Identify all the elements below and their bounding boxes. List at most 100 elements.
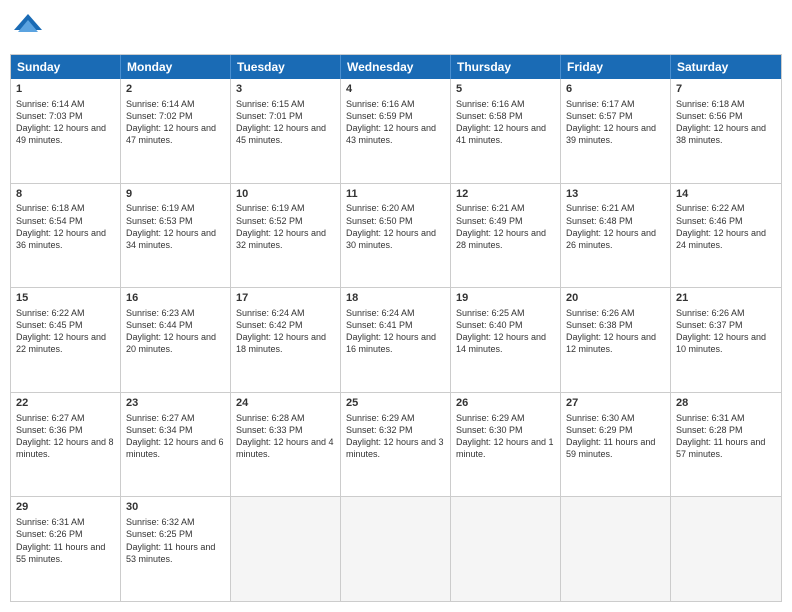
calendar-row: 29Sunrise: 6:31 AMSunset: 6:26 PMDayligh… (11, 497, 781, 601)
sunset: Sunset: 6:53 PM (126, 216, 193, 226)
calendar-cell: 6Sunrise: 6:17 AMSunset: 6:57 PMDaylight… (561, 79, 671, 183)
header-day-tuesday: Tuesday (231, 55, 341, 79)
calendar-cell: 28Sunrise: 6:31 AMSunset: 6:28 PMDayligh… (671, 393, 781, 497)
calendar-row: 15Sunrise: 6:22 AMSunset: 6:45 PMDayligh… (11, 288, 781, 393)
sunrise: Sunrise: 6:19 AM (126, 203, 195, 213)
sunset: Sunset: 6:32 PM (346, 425, 413, 435)
day-number: 20 (566, 291, 665, 306)
day-number: 29 (16, 500, 115, 515)
sunset: Sunset: 6:25 PM (126, 529, 193, 539)
daylight: Daylight: 12 hours and 12 minutes. (566, 332, 656, 354)
daylight: Daylight: 12 hours and 49 minutes. (16, 123, 106, 145)
calendar-cell: 23Sunrise: 6:27 AMSunset: 6:34 PMDayligh… (121, 393, 231, 497)
page: SundayMondayTuesdayWednesdayThursdayFrid… (0, 0, 792, 612)
daylight: Daylight: 12 hours and 6 minutes. (126, 437, 224, 459)
calendar-cell (671, 497, 781, 601)
sunrise: Sunrise: 6:29 AM (346, 413, 415, 423)
day-number: 3 (236, 82, 335, 97)
sunset: Sunset: 6:59 PM (346, 111, 413, 121)
calendar-cell: 22Sunrise: 6:27 AMSunset: 6:36 PMDayligh… (11, 393, 121, 497)
calendar-body: 1 Sunrise: 6:14 AM Sunset: 7:03 PM Daylight… (11, 79, 781, 601)
day-number: 28 (676, 396, 776, 411)
sunrise: Sunrise: 6:28 AM (236, 413, 305, 423)
calendar-cell: 26Sunrise: 6:29 AMSunset: 6:30 PMDayligh… (451, 393, 561, 497)
sunset: Sunset: 6:34 PM (126, 425, 193, 435)
daylight: Daylight: 11 hours and 55 minutes. (16, 542, 105, 564)
daylight: Daylight: 12 hours and 22 minutes. (16, 332, 106, 354)
sunrise: Sunrise: 6:19 AM (236, 203, 305, 213)
day-number: 18 (346, 291, 445, 306)
day-number: 12 (456, 187, 555, 202)
sunset: Sunset: 7:03 PM (16, 111, 83, 121)
day-number: 13 (566, 187, 665, 202)
day-number: 27 (566, 396, 665, 411)
sunrise: Sunrise: 6:32 AM (126, 517, 195, 527)
calendar-cell (561, 497, 671, 601)
sunset: Sunset: 6:33 PM (236, 425, 303, 435)
calendar-cell: 9Sunrise: 6:19 AMSunset: 6:53 PMDaylight… (121, 184, 231, 288)
calendar-row: 1 Sunrise: 6:14 AM Sunset: 7:03 PM Daylight… (11, 79, 781, 184)
sunrise: Sunrise: 6:16 AM (346, 99, 415, 109)
sunrise: Sunrise: 6:22 AM (676, 203, 745, 213)
day-number: 23 (126, 396, 225, 411)
calendar-cell: 24Sunrise: 6:28 AMSunset: 6:33 PMDayligh… (231, 393, 341, 497)
day-number: 6 (566, 82, 665, 97)
calendar-cell: 10Sunrise: 6:19 AMSunset: 6:52 PMDayligh… (231, 184, 341, 288)
sunrise: Sunrise: 6:18 AM (16, 203, 85, 213)
sunset: Sunset: 6:49 PM (456, 216, 523, 226)
daylight: Daylight: 12 hours and 47 minutes. (126, 123, 216, 145)
calendar-cell: 27Sunrise: 6:30 AMSunset: 6:29 PMDayligh… (561, 393, 671, 497)
sunrise: Sunrise: 6:29 AM (456, 413, 525, 423)
sunrise: Sunrise: 6:27 AM (16, 413, 85, 423)
day-number: 1 (16, 82, 115, 97)
day-number: 15 (16, 291, 115, 306)
sunset: Sunset: 6:46 PM (676, 216, 743, 226)
daylight: Daylight: 12 hours and 36 minutes. (16, 228, 106, 250)
sunrise: Sunrise: 6:17 AM (566, 99, 635, 109)
header (10, 10, 782, 46)
calendar: SundayMondayTuesdayWednesdayThursdayFrid… (10, 54, 782, 602)
daylight: Daylight: 11 hours and 53 minutes. (126, 542, 215, 564)
day-number: 24 (236, 396, 335, 411)
logo-icon (10, 10, 46, 46)
daylight: Daylight: 12 hours and 39 minutes. (566, 123, 656, 145)
calendar-cell: 14Sunrise: 6:22 AMSunset: 6:46 PMDayligh… (671, 184, 781, 288)
daylight: Daylight: 12 hours and 45 minutes. (236, 123, 326, 145)
calendar-cell: 11Sunrise: 6:20 AMSunset: 6:50 PMDayligh… (341, 184, 451, 288)
sunrise: Sunrise: 6:18 AM (676, 99, 745, 109)
daylight: Daylight: 12 hours and 14 minutes. (456, 332, 546, 354)
calendar-cell: 2Sunrise: 6:14 AMSunset: 7:02 PMDaylight… (121, 79, 231, 183)
daylight: Daylight: 11 hours and 57 minutes. (676, 437, 765, 459)
calendar-cell (231, 497, 341, 601)
daylight: Daylight: 12 hours and 8 minutes. (16, 437, 114, 459)
calendar-cell: 4Sunrise: 6:16 AMSunset: 6:59 PMDaylight… (341, 79, 451, 183)
header-day-monday: Monday (121, 55, 231, 79)
calendar-cell: 25Sunrise: 6:29 AMSunset: 6:32 PMDayligh… (341, 393, 451, 497)
day-number: 21 (676, 291, 776, 306)
sunrise: Sunrise: 6:14 AM (16, 99, 85, 109)
sunrise: Sunrise: 6:24 AM (236, 308, 305, 318)
daylight: Daylight: 12 hours and 24 minutes. (676, 228, 766, 250)
sunset: Sunset: 6:42 PM (236, 320, 303, 330)
daylight: Daylight: 12 hours and 30 minutes. (346, 228, 436, 250)
day-number: 26 (456, 396, 555, 411)
sunrise: Sunrise: 6:21 AM (566, 203, 635, 213)
sunrise: Sunrise: 6:16 AM (456, 99, 525, 109)
sunrise: Sunrise: 6:31 AM (676, 413, 745, 423)
calendar-cell (341, 497, 451, 601)
daylight: Daylight: 12 hours and 1 minute. (456, 437, 554, 459)
header-day-wednesday: Wednesday (341, 55, 451, 79)
sunset: Sunset: 6:41 PM (346, 320, 413, 330)
sunset: Sunset: 6:58 PM (456, 111, 523, 121)
sunset: Sunset: 6:36 PM (16, 425, 83, 435)
calendar-cell: 3Sunrise: 6:15 AMSunset: 7:01 PMDaylight… (231, 79, 341, 183)
calendar-cell: 8Sunrise: 6:18 AMSunset: 6:54 PMDaylight… (11, 184, 121, 288)
calendar-cell: 1 Sunrise: 6:14 AM Sunset: 7:03 PM Daylight… (11, 79, 121, 183)
day-number: 10 (236, 187, 335, 202)
calendar-cell: 21Sunrise: 6:26 AMSunset: 6:37 PMDayligh… (671, 288, 781, 392)
header-day-saturday: Saturday (671, 55, 781, 79)
sunrise: Sunrise: 6:14 AM (126, 99, 195, 109)
sunrise: Sunrise: 6:24 AM (346, 308, 415, 318)
sunrise: Sunrise: 6:30 AM (566, 413, 635, 423)
sunrise: Sunrise: 6:26 AM (676, 308, 745, 318)
